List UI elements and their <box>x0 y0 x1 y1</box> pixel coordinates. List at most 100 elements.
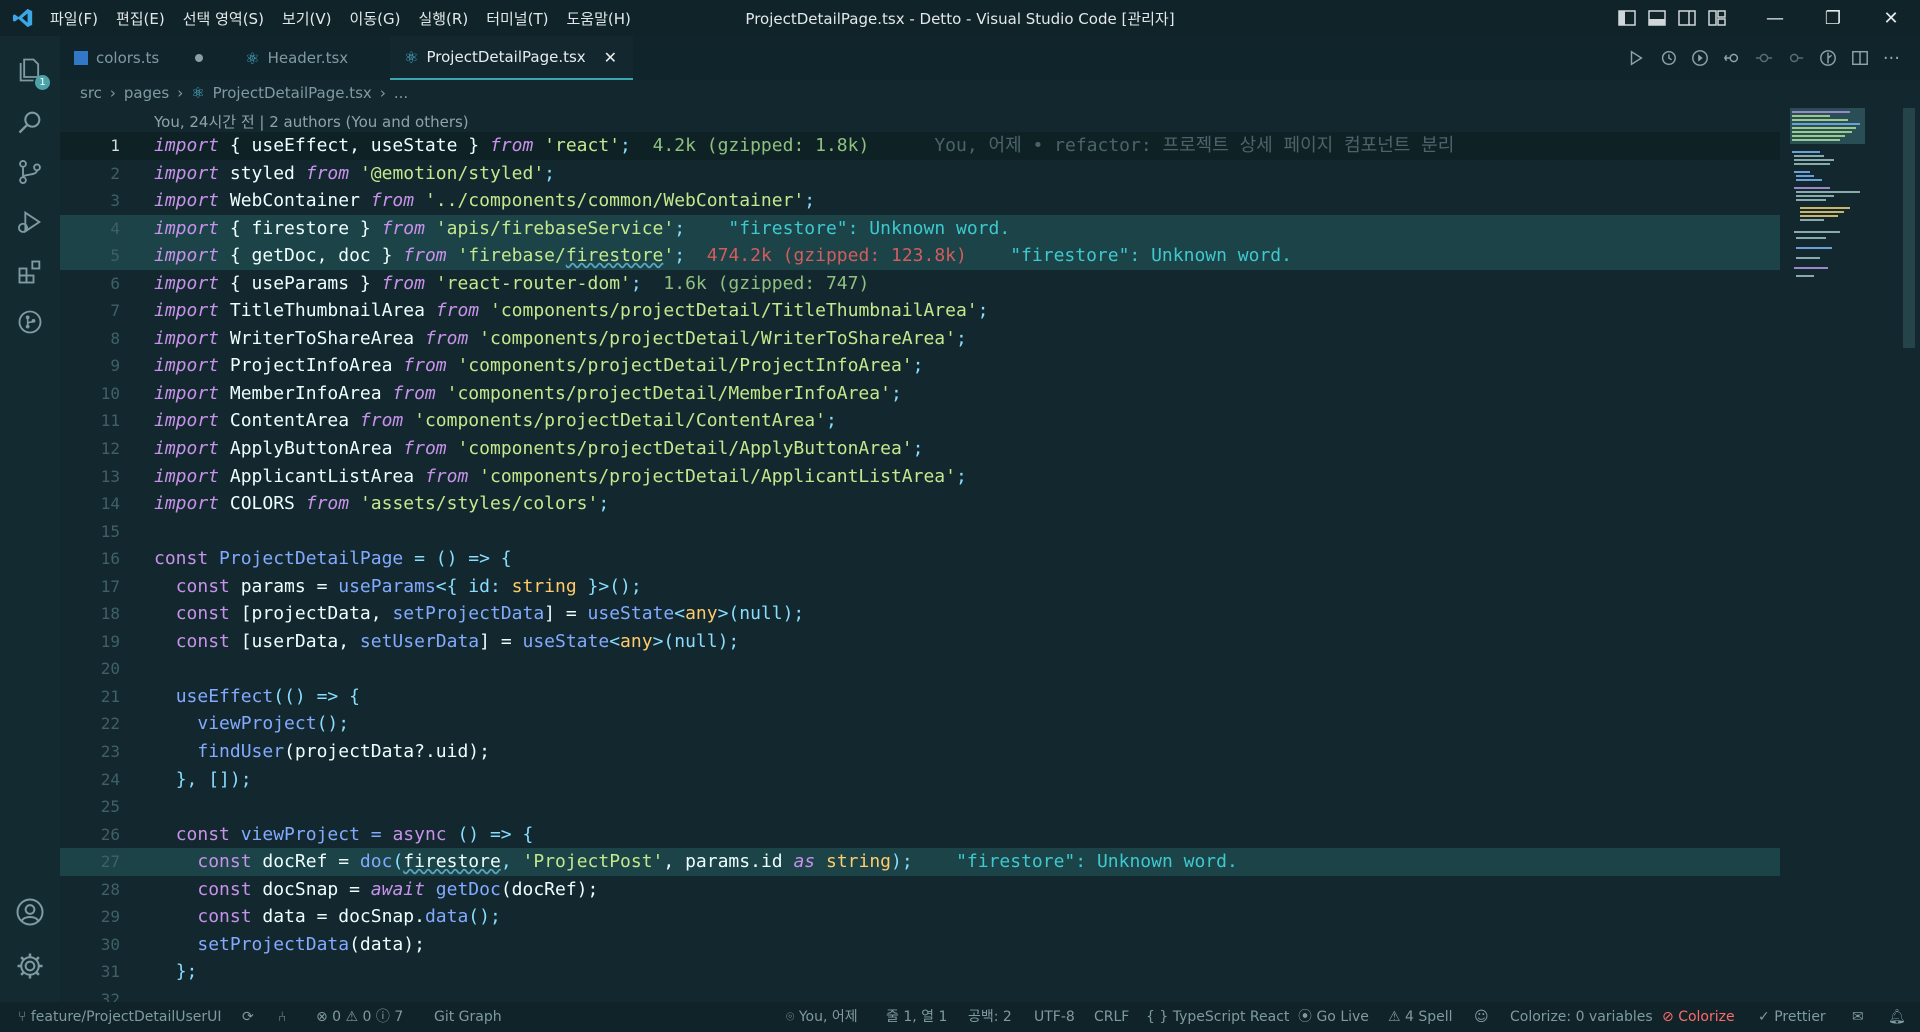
menu-go[interactable]: 이동(G) <box>350 8 401 29</box>
go-live-button[interactable]: ⦿ Go Live <box>1298 1002 1369 1032</box>
menu-help[interactable]: 도움말(H) <box>566 8 630 29</box>
code-line[interactable]: 14 import COLORS from 'assets/styles/colo… <box>60 490 1780 518</box>
tab-header-tsx[interactable]: ⚛ Header.tsx <box>219 36 364 80</box>
code-line[interactable]: 1 import { useEffect, useState } from 're… <box>60 132 1780 160</box>
restore-icon[interactable]: ❐ <box>1804 0 1862 36</box>
problems-status[interactable]: ⊗ 0 ⚠ 0 ⓘ 7 <box>316 1002 403 1032</box>
git-compare-icon[interactable]: ⑃ <box>278 1002 286 1032</box>
breadcrumb-src[interactable]: src <box>80 84 102 102</box>
menu-terminal[interactable]: 터미널(T) <box>486 8 548 29</box>
source-control-icon[interactable] <box>14 156 46 188</box>
code-line[interactable]: 8 import WriterToShareArea from 'componen… <box>60 325 1780 353</box>
run-debug-icon[interactable] <box>14 206 46 238</box>
line-number: 8 <box>110 328 120 348</box>
close-window-icon[interactable]: ✕ <box>1862 0 1920 36</box>
git-previous-change-icon[interactable] <box>1723 49 1741 67</box>
code-line[interactable]: 3 import WebContainer from '../components… <box>60 187 1780 215</box>
code-line[interactable]: 13 import ApplicantListArea from 'compone… <box>60 463 1780 491</box>
blame-status[interactable]: ⌾ You, 어제 <box>786 1002 858 1032</box>
notifications-bell-icon[interactable]: 🔔︎ <box>1888 1002 1906 1032</box>
git-graph-status[interactable]: Git Graph <box>434 1002 502 1032</box>
minimize-icon[interactable]: — <box>1746 0 1804 36</box>
customize-layout-icon[interactable] <box>1702 0 1732 36</box>
explorer-icon[interactable]: 1 <box>14 54 50 90</box>
run-circle-icon[interactable] <box>1691 49 1709 67</box>
menu-edit[interactable]: 편집(E) <box>116 8 165 29</box>
code-line[interactable]: 20 <box>60 655 1780 683</box>
toggle-primary-sidebar-icon[interactable] <box>1612 0 1642 36</box>
window-controls: — ❐ ✕ <box>1612 0 1920 36</box>
code-editor[interactable]: 1 import { useEffect, useState } from 're… <box>60 132 1780 1014</box>
git-graph-icon[interactable] <box>14 306 46 338</box>
code-line[interactable]: 18 const [projectData, setProjectData] =… <box>60 600 1780 628</box>
minimap[interactable] <box>1790 108 1900 288</box>
tab-projectdetailpage-tsx[interactable]: ⚛ ProjectDetailPage.tsx ✕ <box>390 36 634 80</box>
code-line[interactable]: 27 const docRef = doc(firestore, 'Projec… <box>60 848 1780 876</box>
code-line[interactable]: 29 const data = docSnap.data(); <box>60 903 1780 931</box>
code-line[interactable]: 15 <box>60 518 1780 546</box>
accounts-icon[interactable] <box>14 896 46 928</box>
encoding-status[interactable]: UTF-8 <box>1034 1002 1075 1032</box>
settings-gear-icon[interactable] <box>14 950 46 982</box>
code-line[interactable]: 7 import TitleThumbnailArea from 'compone… <box>60 297 1780 325</box>
git-next-change-icon[interactable] <box>1787 49 1805 67</box>
code-line[interactable]: 26 const viewProject = async () => { <box>60 821 1780 849</box>
code-line[interactable]: 11 import ContentArea from 'components/pr… <box>60 407 1780 435</box>
code-line[interactable]: 10 import MemberInfoArea from 'components… <box>60 380 1780 408</box>
code-line[interactable]: 12 import ApplyButtonArea from 'component… <box>60 435 1780 463</box>
colorize-status[interactable]: ⊘ Colorize <box>1662 1002 1735 1032</box>
open-changes-icon[interactable] <box>1819 49 1837 67</box>
search-icon[interactable] <box>14 106 46 138</box>
cursor-position[interactable]: 줄 1, 열 1 <box>886 1002 947 1032</box>
code-line[interactable]: 4 import { firestore } from 'apis/firebas… <box>60 214 1780 243</box>
vertical-scrollbar[interactable] <box>1903 108 1915 348</box>
indentation-status[interactable]: 공백: 2 <box>968 1002 1012 1032</box>
code-line[interactable]: 30 setProjectData(data); <box>60 931 1780 959</box>
breadcrumb-symbols[interactable]: ... <box>394 84 408 102</box>
branch-status[interactable]: ⑂ feature/ProjectDetailUserUI <box>18 1002 222 1032</box>
more-actions-icon[interactable]: ··· <box>1883 48 1900 69</box>
run-file-icon[interactable] <box>1627 49 1645 67</box>
menu-view[interactable]: 보기(V) <box>282 8 332 29</box>
code-line[interactable]: 25 <box>60 793 1780 821</box>
code-line[interactable]: 6 import { useParams } from 'react-router… <box>60 270 1780 298</box>
code-line[interactable]: 22 viewProject(); <box>60 710 1780 738</box>
menu-selection[interactable]: 선택 영역(S) <box>183 8 264 29</box>
eol-status[interactable]: CRLF <box>1094 1002 1129 1032</box>
toggle-secondary-sidebar-icon[interactable] <box>1672 0 1702 36</box>
timeline-history-icon[interactable] <box>1659 49 1677 67</box>
feedback-icon[interactable]: ✉ <box>1852 1002 1864 1032</box>
split-editor-icon[interactable] <box>1851 49 1869 67</box>
spell-status[interactable]: ⚠ 4 Spell <box>1388 1002 1453 1032</box>
breadcrumb-file[interactable]: ProjectDetailPage.tsx <box>213 84 372 102</box>
colorize-variables[interactable]: Colorize: 0 variables <box>1510 1002 1653 1032</box>
close-tab-icon[interactable]: ✕ <box>604 48 617 67</box>
code-line[interactable]: 28 const docSnap = await getDoc(docRef); <box>60 876 1780 904</box>
typescript-file-icon <box>74 51 88 65</box>
code-line[interactable]: 24 }, []); <box>60 766 1780 794</box>
code-line[interactable]: 19 const [userData, setUserData] = useSt… <box>60 628 1780 656</box>
sync-icon[interactable]: ⟳ <box>242 1002 254 1032</box>
toggle-panel-icon[interactable] <box>1642 0 1672 36</box>
import-cost: 1.6k (gzipped: 747) <box>663 272 870 294</box>
code-line[interactable]: 31 }; <box>60 958 1780 986</box>
copilot-icon[interactable]: ☺ <box>1474 1002 1489 1032</box>
prettier-status[interactable]: ✓ Prettier <box>1758 1002 1826 1032</box>
code-line[interactable]: 17 const params = useParams<{ id: string… <box>60 573 1780 601</box>
code-line[interactable]: 5 import { getDoc, doc } from 'firebase/f… <box>60 242 1780 270</box>
code-line[interactable]: 21 useEffect(() => { <box>60 683 1780 711</box>
code-line[interactable]: 2 import styled from '@emotion/styled'; <box>60 160 1780 188</box>
breadcrumb-pages[interactable]: pages <box>124 84 169 102</box>
menu-run[interactable]: 실행(R) <box>418 8 468 29</box>
git-blame-codelens[interactable]: You, 24시간 전 | 2 authors (You and others) <box>154 111 469 132</box>
git-commit-icon[interactable] <box>1755 49 1773 67</box>
code-line[interactable]: 23 findUser(projectData?.uid); <box>60 738 1780 766</box>
modified-dot-icon[interactable] <box>195 54 204 62</box>
menu-file[interactable]: 파일(F) <box>50 8 98 29</box>
tab-colors-ts[interactable]: colors.ts <box>60 36 219 80</box>
extensions-icon[interactable] <box>14 256 46 288</box>
code-line[interactable]: 9 import ProjectInfoArea from 'components… <box>60 352 1780 380</box>
code-line[interactable]: 16 const ProjectDetailPage = () => { <box>60 545 1780 573</box>
vscode-logo-icon[interactable] <box>10 5 36 31</box>
language-mode[interactable]: { } TypeScript React <box>1146 1002 1289 1032</box>
